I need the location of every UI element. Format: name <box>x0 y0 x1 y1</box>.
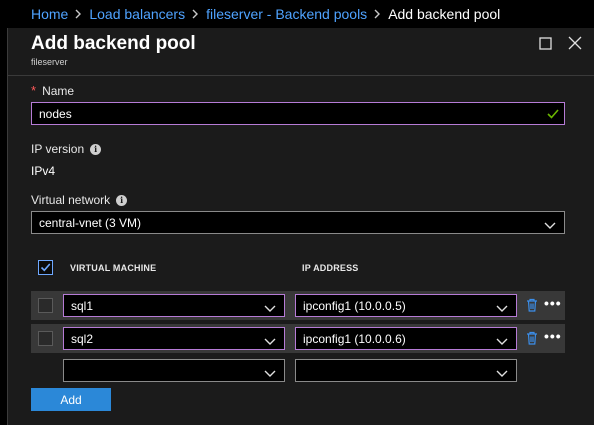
name-label-text: Name <box>42 83 75 98</box>
new-ip-config-dropdown[interactable] <box>295 359 517 382</box>
vm-dropdown[interactable]: sql2 <box>63 327 285 350</box>
required-marker: * <box>31 83 37 98</box>
chevron-down-icon <box>264 302 276 316</box>
trash-icon[interactable] <box>526 298 538 315</box>
chevron-right-icon <box>192 9 199 19</box>
maximize-icon[interactable] <box>536 34 554 52</box>
breadcrumb-current: Add backend pool <box>388 6 501 22</box>
trash-icon[interactable] <box>526 331 538 348</box>
chevron-down-icon <box>496 335 508 349</box>
more-icon[interactable]: ••• <box>544 296 562 310</box>
name-label: * Name <box>31 83 74 98</box>
table-row: sql1 ipconfig1 (10.0.0.5) ••• <box>31 291 565 320</box>
more-icon[interactable]: ••• <box>544 329 562 343</box>
vm-value: sql1 <box>71 298 94 313</box>
column-header-ip-address: IP ADDRESS <box>302 263 359 273</box>
ip-config-value: ipconfig1 (10.0.0.6) <box>303 331 406 346</box>
row-checkbox[interactable] <box>38 331 53 346</box>
breadcrumb-home[interactable]: Home <box>31 6 68 22</box>
info-icon[interactable]: i <box>90 143 102 155</box>
chevron-right-icon <box>75 9 82 19</box>
virtual-network-label-text: Virtual network <box>31 193 111 207</box>
row-checkbox[interactable] <box>38 298 53 313</box>
blade-header: Add backend pool fileserver <box>8 28 594 76</box>
ip-version-label: IP version i <box>31 142 102 156</box>
check-icon <box>547 108 559 122</box>
breadcrumb-load-balancers[interactable]: Load balancers <box>89 6 185 22</box>
page-subtitle: fileserver <box>31 57 68 67</box>
virtual-network-dropdown[interactable]: central-vnet (3 VM) <box>31 211 565 234</box>
ip-config-value: ipconfig1 (10.0.0.5) <box>303 298 406 313</box>
chevron-down-icon <box>264 335 276 349</box>
name-input[interactable]: nodes <box>31 102 565 125</box>
add-button[interactable]: Add <box>31 388 111 411</box>
chevron-right-icon <box>374 9 381 19</box>
new-vm-dropdown[interactable] <box>63 359 285 382</box>
page-title: Add backend pool <box>31 33 196 54</box>
chevron-down-icon <box>544 219 556 233</box>
table-row: sql2 ipconfig1 (10.0.0.6) ••• <box>31 324 565 353</box>
ip-version-value: IPv4 <box>31 164 56 178</box>
vm-value: sql2 <box>71 331 94 346</box>
chevron-down-icon <box>264 367 276 381</box>
ip-config-dropdown[interactable]: ipconfig1 (10.0.0.5) <box>295 294 517 317</box>
breadcrumb: Home Load balancers fileserver - Backend… <box>0 0 594 28</box>
column-header-virtual-machine: VIRTUAL MACHINE <box>70 263 157 273</box>
chevron-down-icon <box>496 367 508 381</box>
virtual-network-value: central-vnet (3 VM) <box>39 215 142 230</box>
breadcrumb-backend-pools[interactable]: fileserver - Backend pools <box>206 6 367 22</box>
close-icon[interactable] <box>566 34 584 52</box>
add-backend-pool-blade: Add backend pool fileserver * Name nodes… <box>7 28 594 425</box>
name-input-value: nodes <box>39 106 72 121</box>
info-icon[interactable]: i <box>116 194 128 206</box>
vm-dropdown[interactable]: sql1 <box>63 294 285 317</box>
chevron-down-icon <box>496 302 508 316</box>
select-all-checkbox[interactable] <box>38 260 53 275</box>
ip-version-label-text: IP version <box>31 142 85 156</box>
virtual-network-label: Virtual network i <box>31 193 128 207</box>
ip-config-dropdown[interactable]: ipconfig1 (10.0.0.6) <box>295 327 517 350</box>
